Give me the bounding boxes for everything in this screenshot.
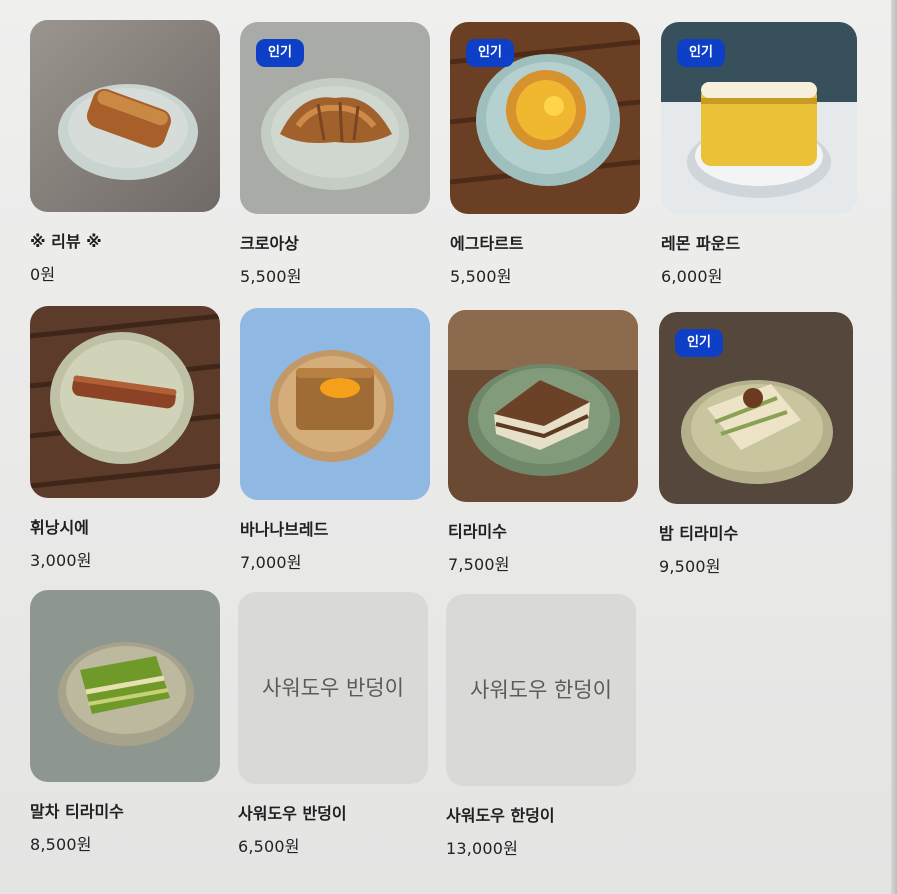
menu-item-chestnut-tiramisu[interactable]: 인기 밤 티라미수 9,500원 xyxy=(659,312,869,577)
item-name[interactable]: 사워도우 반덩이 xyxy=(238,800,448,824)
popular-badge: 인기 xyxy=(677,39,725,67)
menu-item-sourdough-half[interactable]: 사워도우 반덩이 사워도우 반덩이 6,500원 xyxy=(238,592,448,857)
item-photo[interactable]: 인기 xyxy=(240,22,430,214)
item-photo[interactable] xyxy=(240,308,430,500)
device-bezel xyxy=(891,0,897,894)
item-price: 13,000원 xyxy=(446,839,519,858)
menu-item-lemon-pound[interactable]: 인기 레몬 파운드 6,000원 xyxy=(661,22,871,287)
item-name[interactable]: 휘낭시에 xyxy=(30,514,240,538)
no-image-placeholder[interactable]: 사워도우 한덩이 xyxy=(446,594,636,786)
menu-item-matcha-tiramisu[interactable]: 말차 티라미수 8,500원 xyxy=(30,590,240,855)
item-price: 6,000원 xyxy=(661,267,723,286)
item-photo[interactable]: 인기 xyxy=(661,22,857,214)
item-photo[interactable] xyxy=(30,20,220,212)
menu-item-review[interactable]: ※ 리뷰 ※ 0원 xyxy=(30,20,240,285)
item-name[interactable]: 바나나브레드 xyxy=(240,516,450,540)
item-name[interactable]: 밤 티라미수 xyxy=(659,520,869,544)
item-name[interactable]: 에그타르트 xyxy=(450,230,660,254)
menu-item-financier[interactable]: 휘낭시에 3,000원 xyxy=(30,306,240,571)
item-price: 0원 xyxy=(30,265,56,284)
popular-badge: 인기 xyxy=(256,39,304,67)
menu-item-sourdough-whole[interactable]: 사워도우 한덩이 사워도우 한덩이 13,000원 xyxy=(446,594,656,859)
popular-badge: 인기 xyxy=(466,39,514,67)
item-name[interactable]: 사워도우 한덩이 xyxy=(446,802,656,826)
item-name[interactable]: 말차 티라미수 xyxy=(30,798,240,822)
item-photo[interactable]: 인기 xyxy=(659,312,853,504)
menu-item-tiramisu[interactable]: 티라미수 7,500원 xyxy=(448,310,658,575)
menu-item-banana-bread[interactable]: 바나나브레드 7,000원 xyxy=(240,308,450,573)
item-name[interactable]: 티라미수 xyxy=(448,518,658,542)
item-price: 7,000원 xyxy=(240,553,302,572)
item-name[interactable]: ※ 리뷰 ※ xyxy=(30,228,240,252)
item-photo[interactable] xyxy=(448,310,638,502)
no-image-placeholder[interactable]: 사워도우 반덩이 xyxy=(238,592,428,784)
menu-item-croissant[interactable]: 인기 크로아상 5,500원 xyxy=(240,22,450,287)
item-price: 9,500원 xyxy=(659,557,721,576)
item-photo[interactable] xyxy=(30,306,220,498)
item-price: 3,000원 xyxy=(30,551,92,570)
item-photo[interactable]: 인기 xyxy=(450,22,640,214)
menu-item-egg-tart[interactable]: 인기 에그타르트 5,500원 xyxy=(450,22,660,287)
item-price: 8,500원 xyxy=(30,835,92,854)
item-price: 5,500원 xyxy=(450,267,512,286)
item-price: 5,500원 xyxy=(240,267,302,286)
menu-screen: ※ 리뷰 ※ 0원 인기 크로아상 5,500원 인기 에그타르트 5,500원… xyxy=(0,0,897,894)
item-name[interactable]: 레몬 파운드 xyxy=(661,230,871,254)
item-name[interactable]: 크로아상 xyxy=(240,230,450,254)
item-price: 6,500원 xyxy=(238,837,300,856)
popular-badge: 인기 xyxy=(675,329,723,357)
item-photo[interactable] xyxy=(30,590,220,782)
item-price: 7,500원 xyxy=(448,555,510,574)
